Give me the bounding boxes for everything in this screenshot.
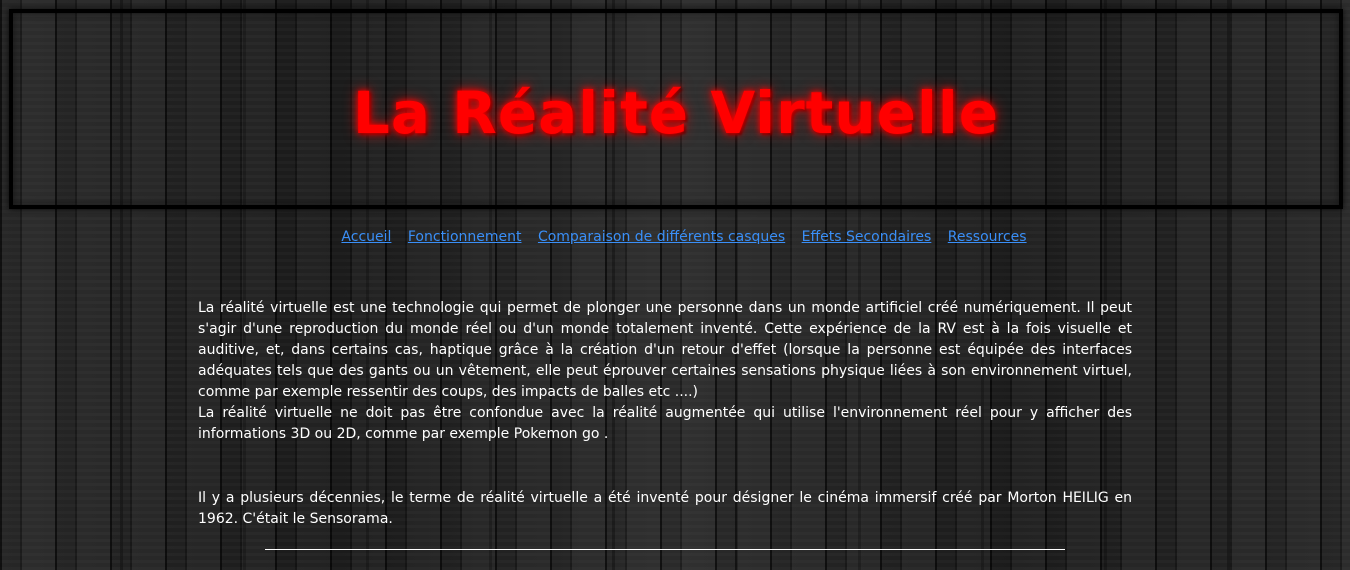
nav-link-effets-secondaires[interactable]: Effets Secondaires [802, 229, 932, 245]
main-content: La réalité virtuelle est une technologie… [198, 298, 1132, 530]
nav-link-accueil[interactable]: Accueil [341, 229, 391, 245]
intro-paragraph: La réalité virtuelle est une technologie… [198, 300, 1132, 400]
content-frame-edge [265, 549, 1065, 570]
history-paragraph: Il y a plusieurs décennies, le terme de … [198, 490, 1132, 527]
main-nav: Accueil Fonctionnement Comparaison de di… [0, 229, 1350, 245]
nav-link-fonctionnement[interactable]: Fonctionnement [408, 229, 522, 245]
augmented-reality-paragraph: La réalité virtuelle ne doit pas être co… [198, 405, 1132, 442]
nav-link-comparaison-casques[interactable]: Comparaison de différents casques [538, 229, 785, 245]
nav-link-ressources[interactable]: Ressources [948, 229, 1027, 245]
header-banner: La Réalité Virtuelle [9, 9, 1343, 209]
site-title: La Réalité Virtuelle [352, 79, 1000, 147]
